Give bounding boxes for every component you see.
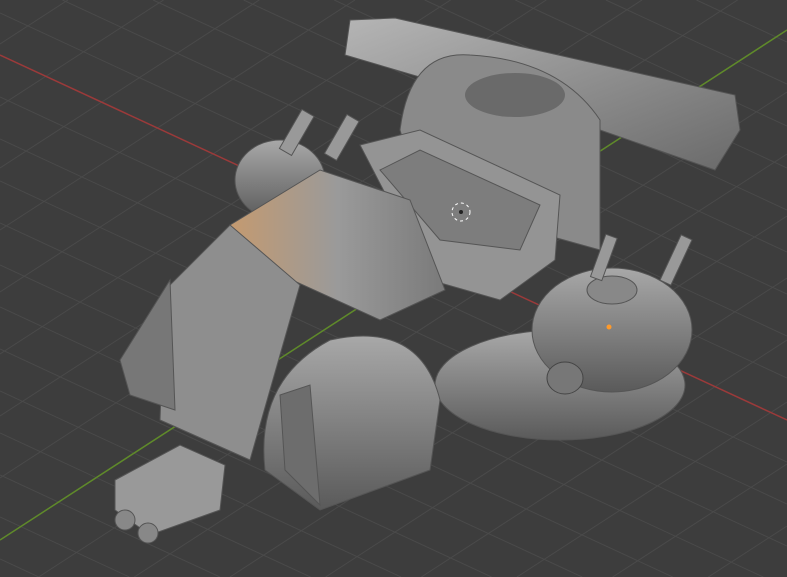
turret-hatch (586, 275, 638, 305)
vehicle-model[interactable] (0, 0, 787, 577)
3d-viewport[interactable] (0, 0, 787, 577)
arch-opening (465, 73, 565, 117)
object-origin-icon (606, 324, 612, 330)
gun-barrel (114, 509, 136, 531)
gun-barrel (137, 522, 159, 544)
left-turret-gun (323, 113, 360, 162)
right-turret-gun (659, 234, 693, 286)
turret-port (546, 361, 584, 395)
left-tread (119, 278, 176, 411)
